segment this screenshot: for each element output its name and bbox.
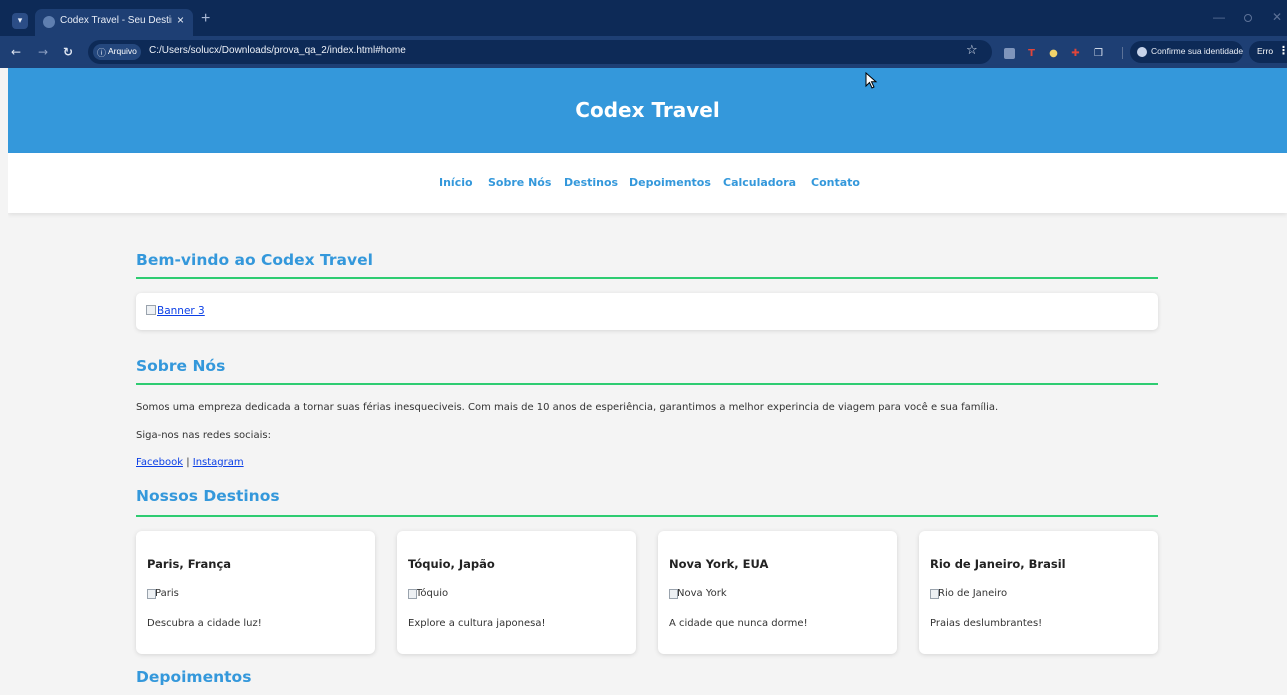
social-separator: | (186, 457, 190, 468)
error-button[interactable]: Erro ⋮ (1249, 41, 1287, 63)
back-arrow-icon[interactable]: ← (11, 45, 21, 59)
tab-title: Codex Travel - Seu Destino de (60, 15, 172, 26)
banner-box: Banner 3 (136, 293, 1158, 330)
site-nav: Início Sobre Nós Destinos Depoimentos Ca… (8, 153, 1287, 213)
about-heading: Sobre Nós (136, 357, 226, 375)
profile-button[interactable]: Confirme sua identidade (1130, 41, 1243, 63)
extension-tp-icon[interactable]: T (1026, 48, 1037, 59)
nav-link-inicio[interactable]: Início (439, 176, 473, 189)
nav-link-destinos[interactable]: Destinos (564, 176, 618, 189)
profile-avatar-icon (1137, 47, 1147, 57)
extensions-puzzle-icon[interactable]: ❒ (1093, 48, 1104, 59)
url-text[interactable]: C:/Users/solucx/Downloads/prova_qa_2/ind… (149, 45, 406, 56)
new-tab-button[interactable]: + (201, 11, 210, 27)
security-chip[interactable]: ⓘ Arquivo (93, 44, 141, 60)
address-bar[interactable]: ⓘ Arquivo C:/Users/solucx/Downloads/prov… (88, 40, 992, 64)
profile-label: Confirme sua identidade (1151, 46, 1244, 56)
destination-title: Nova York, EUA (669, 557, 769, 571)
close-window-icon[interactable]: ✕ (1272, 10, 1282, 24)
page-viewport: Codex Travel Início Sobre Nós Destinos D… (8, 68, 1287, 695)
destination-description: Praias deslumbrantes! (930, 618, 1043, 629)
nav-link-contato[interactable]: Contato (811, 176, 860, 189)
social-links: Facebook | Instagram (136, 457, 244, 468)
destination-description: Explore a cultura japonesa! (408, 618, 546, 629)
tab-close-button[interactable]: × (177, 13, 184, 27)
broken-image-icon (146, 305, 156, 315)
security-chip-label: Arquivo (108, 46, 137, 56)
destinations-divider (136, 515, 1158, 517)
browser-tab[interactable]: Codex Travel - Seu Destino de × (35, 9, 193, 36)
mouse-cursor-icon (865, 72, 878, 89)
site-title: Codex Travel (575, 98, 720, 122)
destination-image: Nova York (669, 588, 727, 599)
kebab-menu-icon[interactable]: ⋮ (1278, 44, 1287, 57)
browser-titlebar: ▾ Codex Travel - Seu Destino de × + — ✕ (0, 0, 1287, 36)
minimize-icon[interactable]: — (1213, 10, 1225, 24)
nav-link-sobre-nos[interactable]: Sobre Nós (488, 176, 551, 189)
facebook-link[interactable]: Facebook (136, 457, 183, 468)
globe-icon (43, 16, 55, 28)
social-prompt: Siga-nos nas redes sociais: (136, 430, 271, 441)
tab-search-icon[interactable]: ▾ (12, 13, 28, 29)
destination-image: Tóquio (408, 588, 448, 599)
welcome-heading: Bem-vindo ao Codex Travel (136, 251, 373, 269)
error-label: Erro (1257, 46, 1274, 56)
destination-title: Rio de Janeiro, Brasil (930, 557, 1066, 571)
toolbar-divider (1122, 47, 1123, 59)
browser-toolbar: ← → ↻ ⓘ Arquivo C:/Users/solucx/Download… (0, 36, 1287, 68)
destinations-heading: Nossos Destinos (136, 487, 280, 505)
destination-description: Descubra a cidade luz! (147, 618, 262, 629)
destination-card: Rio de Janeiro, Brasil Rio de Janeiro Pr… (919, 531, 1158, 654)
reload-icon[interactable]: ↻ (63, 45, 73, 59)
destination-image: Rio de Janeiro (930, 588, 1007, 599)
extension-bulb-icon[interactable]: ● (1048, 48, 1059, 59)
extension-icon[interactable] (1004, 48, 1015, 59)
destination-card: Tóquio, Japão Tóquio Explore a cultura j… (397, 531, 636, 654)
destination-title: Tóquio, Japão (408, 557, 495, 571)
testimonials-heading: Depoimentos (136, 668, 252, 686)
about-paragraph: Somos uma empreza dedicada a tornar suas… (136, 402, 999, 413)
destination-card: Nova York, EUA Nova York A cidade que nu… (658, 531, 897, 654)
info-icon: ⓘ (97, 49, 107, 59)
banner-link[interactable]: Banner 3 (157, 305, 205, 317)
destination-card: Paris, França Paris Descubra a cidade lu… (136, 531, 375, 654)
nav-link-depoimentos[interactable]: Depoimentos (629, 176, 711, 189)
destination-title: Paris, França (147, 557, 232, 571)
site-header: Codex Travel (8, 68, 1287, 153)
destination-description: A cidade que nunca dorme! (669, 618, 808, 629)
about-divider (136, 383, 1158, 385)
nav-link-calculadora[interactable]: Calculadora (723, 176, 796, 189)
forward-arrow-icon[interactable]: → (38, 45, 48, 59)
maximize-icon[interactable] (1244, 14, 1252, 22)
extension-pin-icon[interactable]: ✚ (1070, 48, 1081, 59)
destination-image: Paris (147, 588, 179, 599)
bookmark-star-icon[interactable]: ☆ (966, 43, 978, 58)
welcome-divider (136, 277, 1158, 279)
instagram-link[interactable]: Instagram (193, 457, 244, 468)
